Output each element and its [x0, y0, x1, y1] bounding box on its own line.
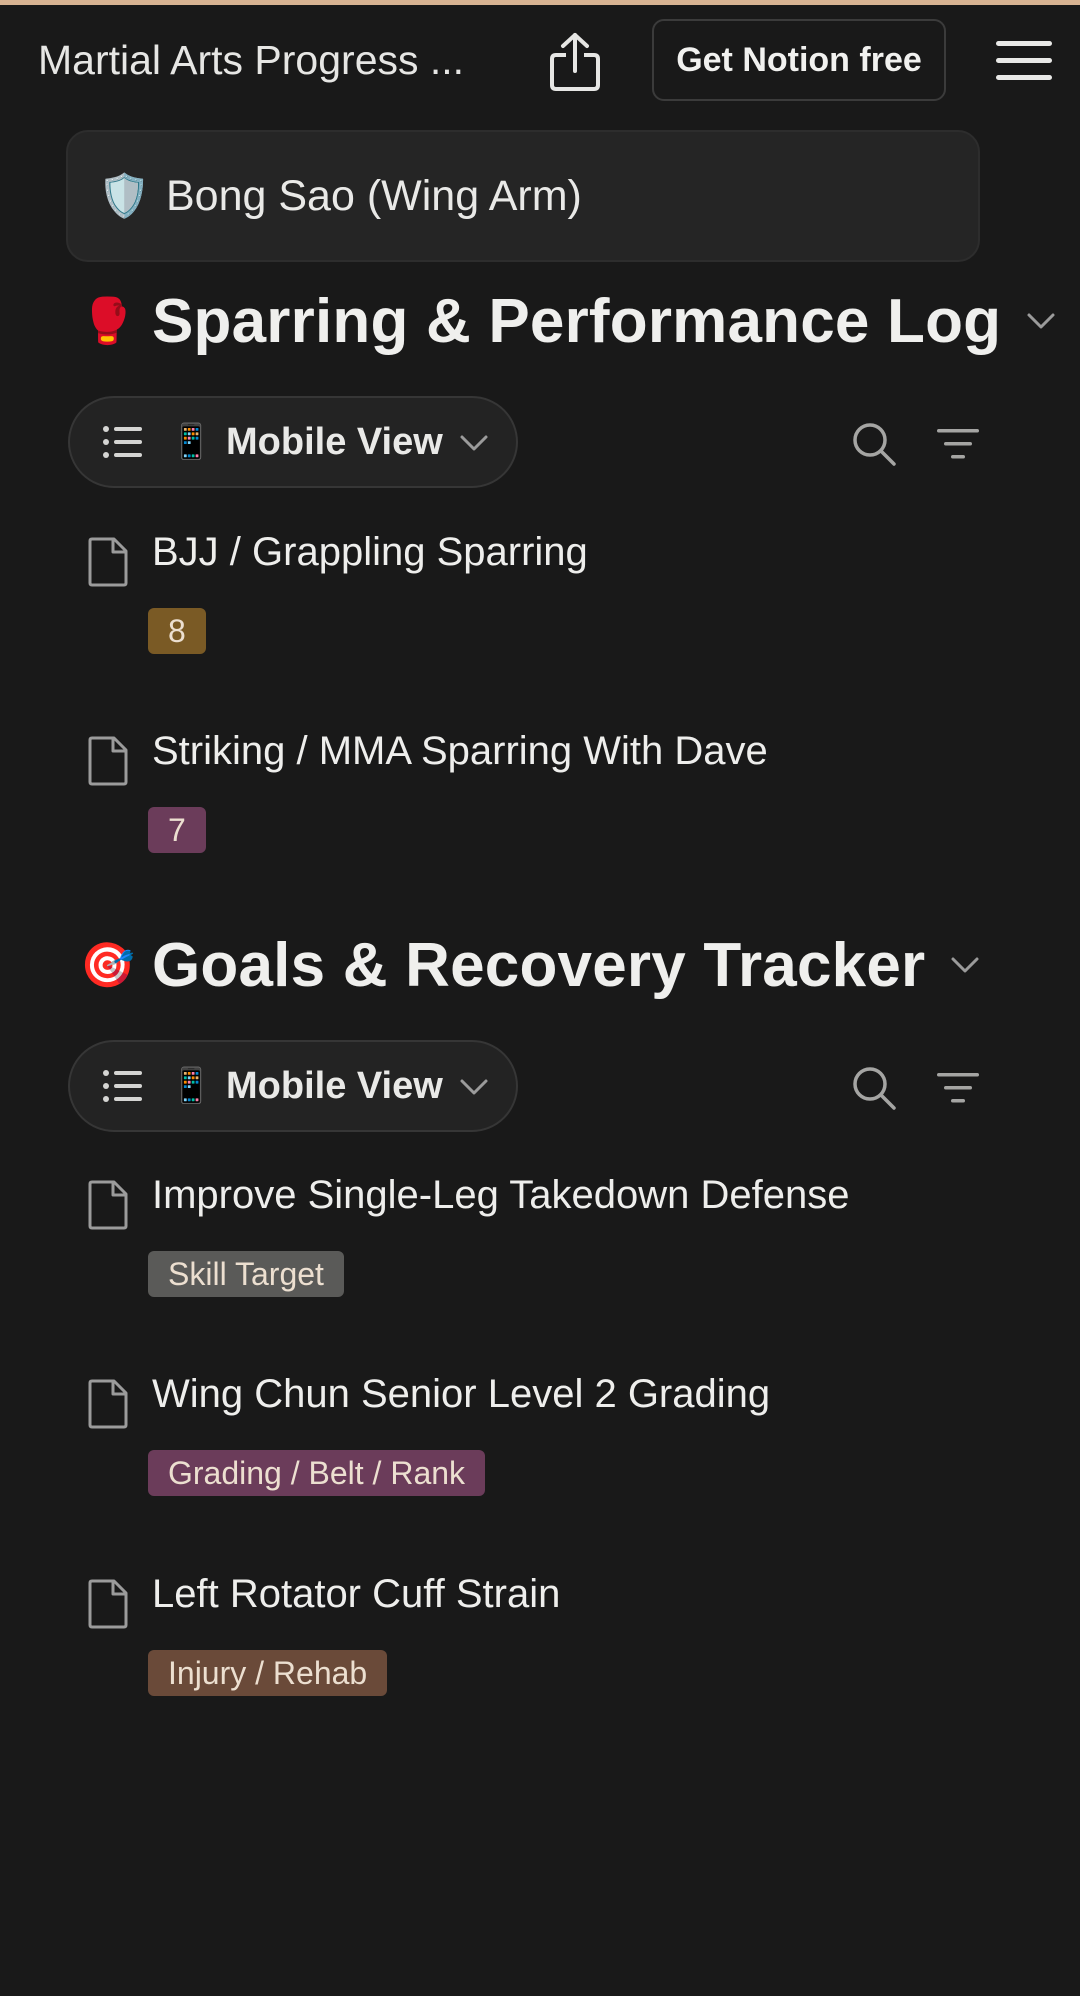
hamburger-menu-icon	[996, 41, 1052, 80]
get-notion-free-button[interactable]: Get Notion free	[652, 19, 946, 101]
list-icon	[103, 426, 142, 458]
list-item[interactable]: Wing Chun Senior Level 2 Grading Grading…	[86, 1372, 986, 1522]
section-title: Sparring & Performance Log	[152, 286, 1002, 356]
tag-badge: Injury / Rehab	[148, 1650, 388, 1696]
shield-icon: 🛡️	[98, 171, 151, 219]
item-title: BJJ / Grappling Sparring	[152, 530, 588, 574]
linked-page-card[interactable]: 🛡️ Bong Sao (Wing Arm)	[66, 130, 980, 262]
search-icon[interactable]	[850, 420, 898, 468]
chevron-down-icon[interactable]	[947, 947, 983, 983]
filter-icon[interactable]	[934, 420, 982, 468]
share-button[interactable]	[546, 31, 604, 93]
search-icon[interactable]	[850, 1064, 898, 1112]
section-heading-goals: 🎯 Goals & Recovery Tracker	[80, 920, 983, 1010]
view-selector[interactable]: 📱 Mobile View	[68, 1040, 518, 1132]
document-icon	[88, 537, 128, 587]
tag-badge: 7	[148, 807, 206, 853]
list-item[interactable]: BJJ / Grappling Sparring 8	[86, 530, 986, 680]
chevron-down-icon	[460, 1079, 488, 1095]
item-title: Left Rotator Cuff Strain	[152, 1572, 561, 1616]
list-item[interactable]: Striking / MMA Sparring With Dave 7	[86, 729, 986, 879]
chevron-down-icon[interactable]	[1023, 303, 1059, 339]
linked-page-label: Bong Sao (Wing Arm)	[166, 171, 582, 220]
mobile-phone-icon: 📱	[170, 1067, 213, 1105]
filter-icon[interactable]	[934, 1064, 982, 1112]
tag-badge: Grading / Belt / Rank	[148, 1450, 486, 1496]
item-title: Wing Chun Senior Level 2 Grading	[152, 1372, 771, 1416]
document-icon	[88, 1180, 128, 1230]
document-icon	[88, 1379, 128, 1429]
target-icon: 🎯	[80, 941, 135, 990]
share-icon	[550, 33, 600, 91]
view-label: Mobile View	[226, 1064, 443, 1107]
tag-badge: 8	[148, 608, 206, 654]
item-title: Improve Single-Leg Takedown Defense	[152, 1173, 850, 1217]
top-bar: Martial Arts Progress ... Get Notion fre…	[0, 5, 1080, 117]
section-heading-sparring: 🥊 Sparring & Performance Log	[80, 276, 1059, 366]
list-item[interactable]: Left Rotator Cuff Strain Injury / Rehab	[86, 1572, 986, 1722]
list-icon	[103, 1070, 142, 1102]
document-icon	[88, 736, 128, 786]
boxing-glove-icon: 🥊	[80, 297, 135, 346]
item-title: Striking / MMA Sparring With Dave	[152, 729, 768, 773]
view-label: Mobile View	[226, 420, 443, 463]
mobile-phone-icon: 📱	[170, 423, 213, 461]
menu-button[interactable]	[994, 35, 1054, 87]
tag-badge: Skill Target	[148, 1251, 344, 1297]
page-title: Martial Arts Progress ...	[38, 37, 465, 83]
list-item[interactable]: Improve Single-Leg Takedown Defense Skil…	[86, 1173, 986, 1323]
chevron-down-icon	[460, 435, 488, 451]
section-title: Goals & Recovery Tracker	[152, 930, 926, 1000]
document-icon	[88, 1579, 128, 1629]
view-selector[interactable]: 📱 Mobile View	[68, 396, 518, 488]
